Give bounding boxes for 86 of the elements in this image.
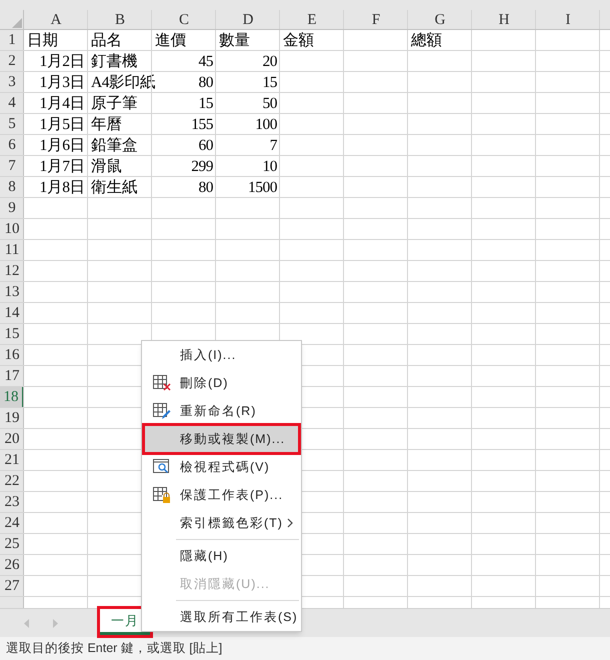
menu-item[interactable]: 檢視程式碼(V)	[144, 453, 299, 481]
table-cell-text: 1月3日	[40, 72, 85, 93]
row-header[interactable]: 19	[0, 408, 24, 429]
table-cell-text: 原子筆	[91, 94, 138, 114]
row-header[interactable]: 3	[0, 72, 24, 93]
table-lock-icon	[153, 486, 171, 504]
table-cell-text: 年曆	[91, 114, 122, 135]
status-text: 選取目的後按 Enter 鍵，或選取 [貼上]	[6, 640, 222, 658]
magnifier-window-icon	[153, 459, 171, 475]
table-cell-text: 15	[262, 72, 277, 93]
row-header[interactable]: 14	[0, 303, 24, 324]
row-header[interactable]: 20	[0, 429, 24, 450]
table-cell-text: 總額	[411, 30, 442, 51]
column-header[interactable]: B	[88, 10, 152, 30]
table-cell-text: 金額	[283, 30, 314, 51]
row-header[interactable]: 22	[0, 471, 24, 492]
table-cell-text: 80	[198, 72, 213, 93]
table-cell-text: 155	[191, 114, 213, 135]
row-header[interactable]: 7	[0, 156, 24, 177]
table-cell-text: 1月2日	[40, 52, 85, 72]
menu-item[interactable]: 插入(I)...	[144, 341, 299, 369]
row-header[interactable]: 21	[0, 450, 24, 471]
chevron-right-icon	[287, 518, 293, 528]
table-cell-text: 進價	[155, 30, 186, 51]
menu-item[interactable]: 隱藏(H)	[144, 542, 299, 570]
table-cell-text: 45	[198, 52, 213, 72]
row-header[interactable]: 18	[0, 387, 24, 408]
table-cell-text: 數量	[219, 30, 250, 51]
row-header[interactable]: 25	[0, 534, 24, 555]
row-header[interactable]: 5	[0, 114, 24, 135]
table-cell-text: 100	[255, 114, 277, 135]
row-header[interactable]: 8	[0, 177, 24, 198]
row-header[interactable]: 13	[0, 282, 24, 303]
row-header[interactable]: 6	[0, 135, 24, 156]
row-header[interactable]: 10	[0, 219, 24, 240]
column-header[interactable]: F	[344, 10, 408, 30]
table-pencil-icon	[153, 402, 171, 420]
table-cell-text: 1月5日	[40, 114, 85, 135]
column-header[interactable]: D	[216, 10, 280, 30]
column-header[interactable]: E	[280, 10, 344, 30]
table-cell-text: 1月6日	[40, 136, 85, 156]
row-header[interactable]: 4	[0, 93, 24, 114]
row-header[interactable]: 24	[0, 513, 24, 534]
row-header[interactable]: 2	[0, 51, 24, 72]
menu-item[interactable]: 刪除(D)	[144, 369, 299, 397]
table-cell-text: 50	[262, 94, 277, 114]
scroll-right-icon[interactable]	[52, 618, 58, 628]
row-header[interactable]: 17	[0, 366, 24, 387]
table-cell-text: 滑鼠	[91, 156, 122, 177]
column-header[interactable]: I	[536, 10, 600, 30]
table-cell-text: 1月8日	[40, 178, 85, 198]
table-cell-text: 7	[270, 136, 277, 156]
row-header[interactable]: 12	[0, 261, 24, 282]
row-header[interactable]: 9	[0, 198, 24, 219]
table-cell-text: 1月4日	[40, 94, 85, 114]
table-delete-icon	[153, 375, 171, 391]
row-header[interactable]: 15	[0, 324, 24, 345]
table-cell-text: 80	[198, 178, 213, 198]
column-header[interactable]: C	[152, 10, 216, 30]
row-header[interactable]: 26	[0, 555, 24, 576]
table-cell-text: 20	[262, 52, 277, 72]
column-header[interactable]: G	[408, 10, 472, 30]
table-cell-text: 鉛筆盒	[91, 136, 138, 156]
table-cell-text: 299	[191, 156, 213, 177]
menu-item[interactable]: 重新命名(R)	[144, 397, 299, 425]
column-header[interactable]: H	[472, 10, 536, 30]
select-all-icon[interactable]	[12, 18, 22, 28]
row-header[interactable]: 1	[0, 30, 24, 51]
table-cell-text: 1500	[248, 178, 277, 198]
row-header[interactable]: 27	[0, 576, 24, 597]
table-cell-text: 品名	[91, 30, 122, 51]
menu-item[interactable]: 移動或複製(M)...	[144, 425, 299, 453]
table-cell-text: 10	[262, 156, 277, 177]
menu-item[interactable]: 索引標籤色彩(T)	[144, 509, 299, 537]
table-cell-text: 60	[198, 136, 213, 156]
row-header[interactable]: 11	[0, 240, 24, 261]
row-header[interactable]: 23	[0, 492, 24, 513]
column-header[interactable]: A	[24, 10, 88, 30]
menu-item[interactable]: 保護工作表(P)...	[144, 481, 299, 509]
table-cell-text: 衛生紙	[91, 178, 138, 198]
table-cell-text: 日期	[27, 30, 58, 51]
table-cell-text: 1月7日	[40, 156, 85, 177]
row-header[interactable]: 16	[0, 345, 24, 366]
table-cell-text: 15	[198, 94, 213, 114]
table-cell-text: 釘書機	[91, 52, 138, 72]
scroll-left-icon[interactable]	[24, 618, 30, 628]
